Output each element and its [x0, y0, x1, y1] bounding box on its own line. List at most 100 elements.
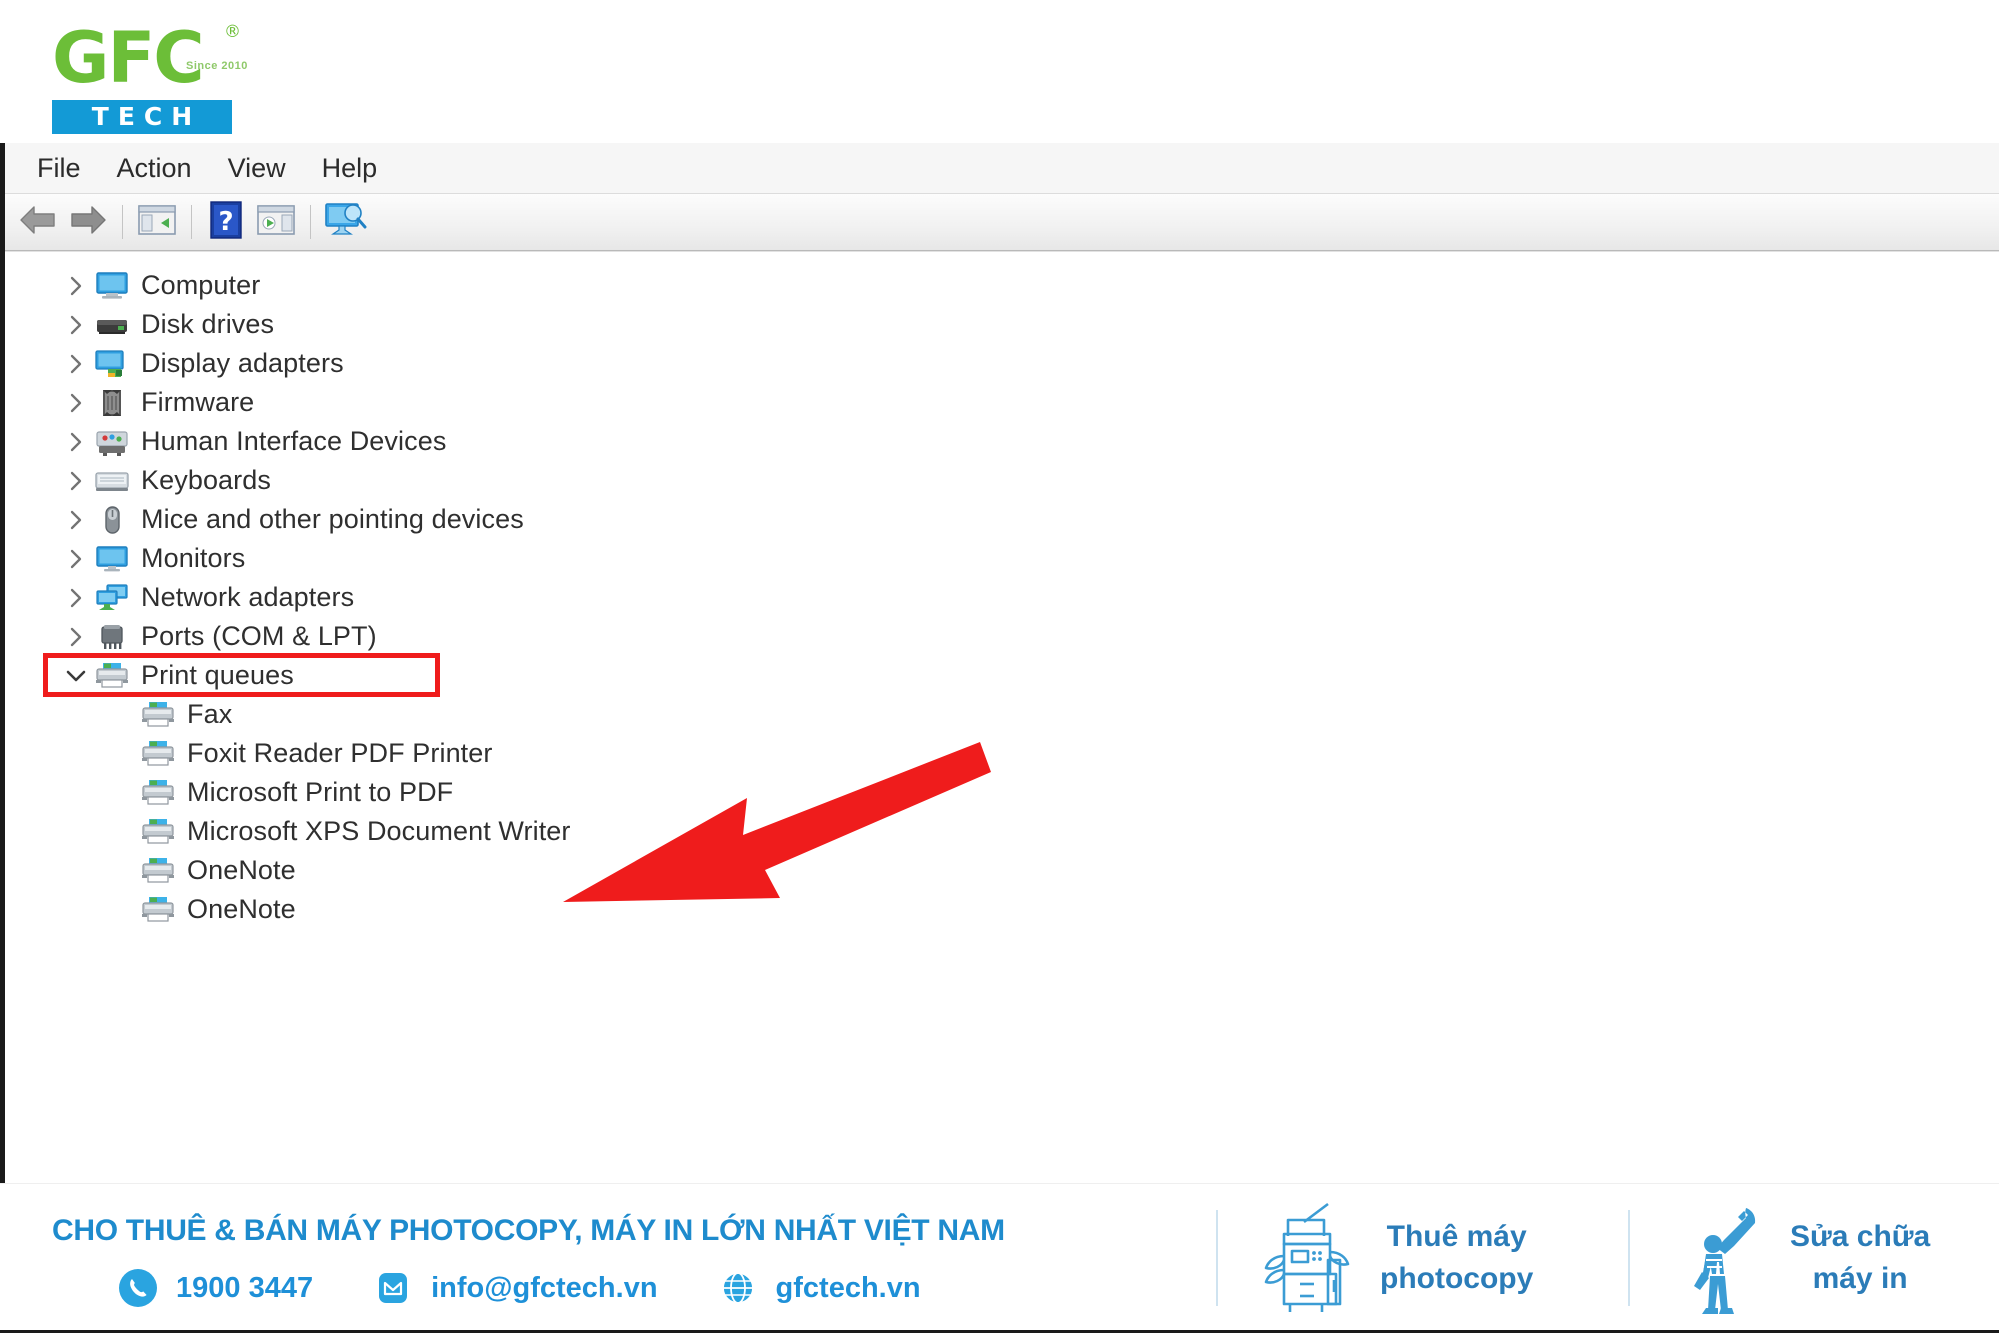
tree-row[interactable]: Display adapters	[5, 344, 1999, 383]
tree-row-label: Monitors	[141, 543, 246, 573]
tree-row-print-queues[interactable]: Print queues	[5, 656, 1999, 695]
menu-action[interactable]: Action	[99, 143, 210, 194]
footer-phone[interactable]: 1900 3447	[118, 1268, 313, 1308]
chevron-right-icon[interactable]	[63, 314, 89, 336]
toolbar-separator	[122, 205, 123, 239]
footer-email-text: info@gfctech.vn	[431, 1271, 658, 1304]
screenshot-page: GFC ® Since 2010 TECH File Action View H…	[0, 0, 1999, 1333]
forward-button[interactable]	[63, 199, 113, 245]
properties-icon	[256, 203, 296, 242]
properties-button[interactable]	[251, 199, 301, 245]
menu-view[interactable]: View	[210, 143, 304, 194]
chevron-right-icon[interactable]	[63, 431, 89, 453]
tree-row-label: Foxit Reader PDF Printer	[187, 738, 493, 768]
chevron-down-icon[interactable]	[63, 668, 89, 684]
tree-row[interactable]: Keyboards	[5, 461, 1999, 500]
device-manager-window: File Action View Help ? Computer Disk dr…	[0, 143, 1999, 1183]
tree-row-label: Mice and other pointing devices	[141, 504, 524, 534]
footer-website[interactable]: gfctech.vn	[718, 1268, 921, 1308]
chevron-right-icon[interactable]	[63, 353, 89, 375]
chevron-right-icon[interactable]	[63, 548, 89, 570]
back-button[interactable]	[13, 199, 63, 245]
chevron-right-icon[interactable]	[63, 587, 89, 609]
footer-contacts: 1900 3447 info@gfctech.vn gfctech.vn	[118, 1268, 981, 1308]
tree-row-label: Firmware	[141, 387, 255, 417]
hid-icon	[95, 428, 129, 456]
tree-row[interactable]: Microsoft Print to PDF	[5, 773, 1999, 812]
scan-for-hardware-changes-button[interactable]	[320, 199, 370, 245]
phone-icon	[118, 1268, 158, 1308]
service-repair-printer[interactable]: Sửa chữa máy in	[1672, 1200, 1930, 1316]
tree-row[interactable]: Mice and other pointing devices	[5, 500, 1999, 539]
keyboard-icon	[95, 467, 129, 495]
printer-icon	[95, 662, 129, 690]
promo-footer: CHO THUÊ & BÁN MÁY PHOTOCOPY, MÁY IN LỚN…	[0, 1183, 1999, 1331]
show-hide-console-tree-button[interactable]	[132, 199, 182, 245]
service-rent-copier-line1: Thuê máy	[1386, 1220, 1527, 1253]
tree-row[interactable]: OneNote	[5, 851, 1999, 890]
registered-trademark-icon: ®	[224, 22, 241, 42]
tree-row-label: Microsoft XPS Document Writer	[187, 816, 571, 846]
tree-row-label: Microsoft Print to PDF	[187, 777, 454, 807]
printer-icon	[141, 779, 175, 807]
menu-file[interactable]: File	[19, 143, 99, 194]
chevron-right-icon[interactable]	[63, 626, 89, 648]
toolbar: ?	[5, 194, 1999, 251]
computer-icon	[95, 271, 129, 300]
firmware-icon	[95, 389, 129, 417]
menu-bar: File Action View Help	[5, 143, 1999, 194]
copier-icon	[1262, 1200, 1354, 1316]
tree-row[interactable]: Microsoft XPS Document Writer	[5, 812, 1999, 851]
footer-divider	[1216, 1210, 1218, 1306]
footer-phone-text: 1900 3447	[176, 1271, 314, 1304]
footer-website-text: gfctech.vn	[775, 1271, 921, 1304]
tree-row[interactable]: Computer	[5, 266, 1999, 305]
gfc-tech-logo: GFC ® Since 2010 TECH	[52, 20, 272, 134]
tree-row[interactable]: Foxit Reader PDF Printer	[5, 734, 1999, 773]
display-adapter-icon	[95, 349, 129, 378]
tree-row[interactable]: Fax	[5, 695, 1999, 734]
tree-row[interactable]: OneNote	[5, 890, 1999, 929]
help-button[interactable]: ?	[201, 199, 251, 245]
monitor-icon	[95, 545, 129, 573]
footer-left: CHO THUÊ & BÁN MÁY PHOTOCOPY, MÁY IN LỚN…	[0, 1184, 1200, 1332]
service-repair-printer-line1: Sửa chữa	[1790, 1220, 1931, 1253]
menu-help[interactable]: Help	[304, 143, 396, 194]
logo-sub-text: TECH	[52, 100, 232, 134]
svg-text:?: ?	[218, 207, 233, 237]
device-tree[interactable]: Computer Disk drives Display adapters Fi…	[5, 251, 1999, 1182]
chevron-right-icon[interactable]	[63, 275, 89, 297]
footer-divider	[1628, 1210, 1630, 1306]
disk-drive-icon	[95, 311, 129, 339]
device-tree-rows: Computer Disk drives Display adapters Fi…	[5, 266, 1999, 929]
printer-icon	[141, 701, 175, 729]
tree-row-label: Computer	[141, 270, 261, 300]
tree-row[interactable]: Firmware	[5, 383, 1999, 422]
help-icon: ?	[210, 200, 242, 244]
service-repair-printer-line2: máy in	[1812, 1262, 1908, 1295]
scan-for-hardware-changes-icon	[323, 202, 367, 243]
tree-row-label: OneNote	[187, 855, 296, 885]
tree-row[interactable]: Human Interface Devices	[5, 422, 1999, 461]
technician-wrench-icon	[1672, 1200, 1764, 1316]
chevron-right-icon[interactable]	[63, 470, 89, 492]
service-repair-printer-label: Sửa chữa máy in	[1790, 1216, 1930, 1300]
tree-row[interactable]: Monitors	[5, 539, 1999, 578]
tree-row[interactable]: Disk drives	[5, 305, 1999, 344]
printer-icon	[141, 818, 175, 846]
tree-row-label: Print queues	[141, 660, 294, 690]
chevron-right-icon[interactable]	[63, 509, 89, 531]
footer-headline: CHO THUÊ & BÁN MÁY PHOTOCOPY, MÁY IN LỚN…	[52, 1214, 1005, 1247]
network-adapter-icon	[95, 583, 129, 612]
chevron-right-icon[interactable]	[63, 392, 89, 414]
service-rent-copier[interactable]: Thuê máy photocopy	[1262, 1200, 1533, 1316]
logo-since-text: Since 2010	[186, 60, 248, 72]
port-icon	[95, 623, 129, 651]
toolbar-separator	[310, 205, 311, 239]
footer-email[interactable]: info@gfctech.vn	[373, 1268, 658, 1308]
back-arrow-icon	[18, 204, 58, 241]
globe-icon	[718, 1268, 758, 1308]
tree-row-label: Human Interface Devices	[141, 426, 447, 456]
tree-row[interactable]: Network adapters	[5, 578, 1999, 617]
tree-row[interactable]: Ports (COM & LPT)	[5, 617, 1999, 656]
